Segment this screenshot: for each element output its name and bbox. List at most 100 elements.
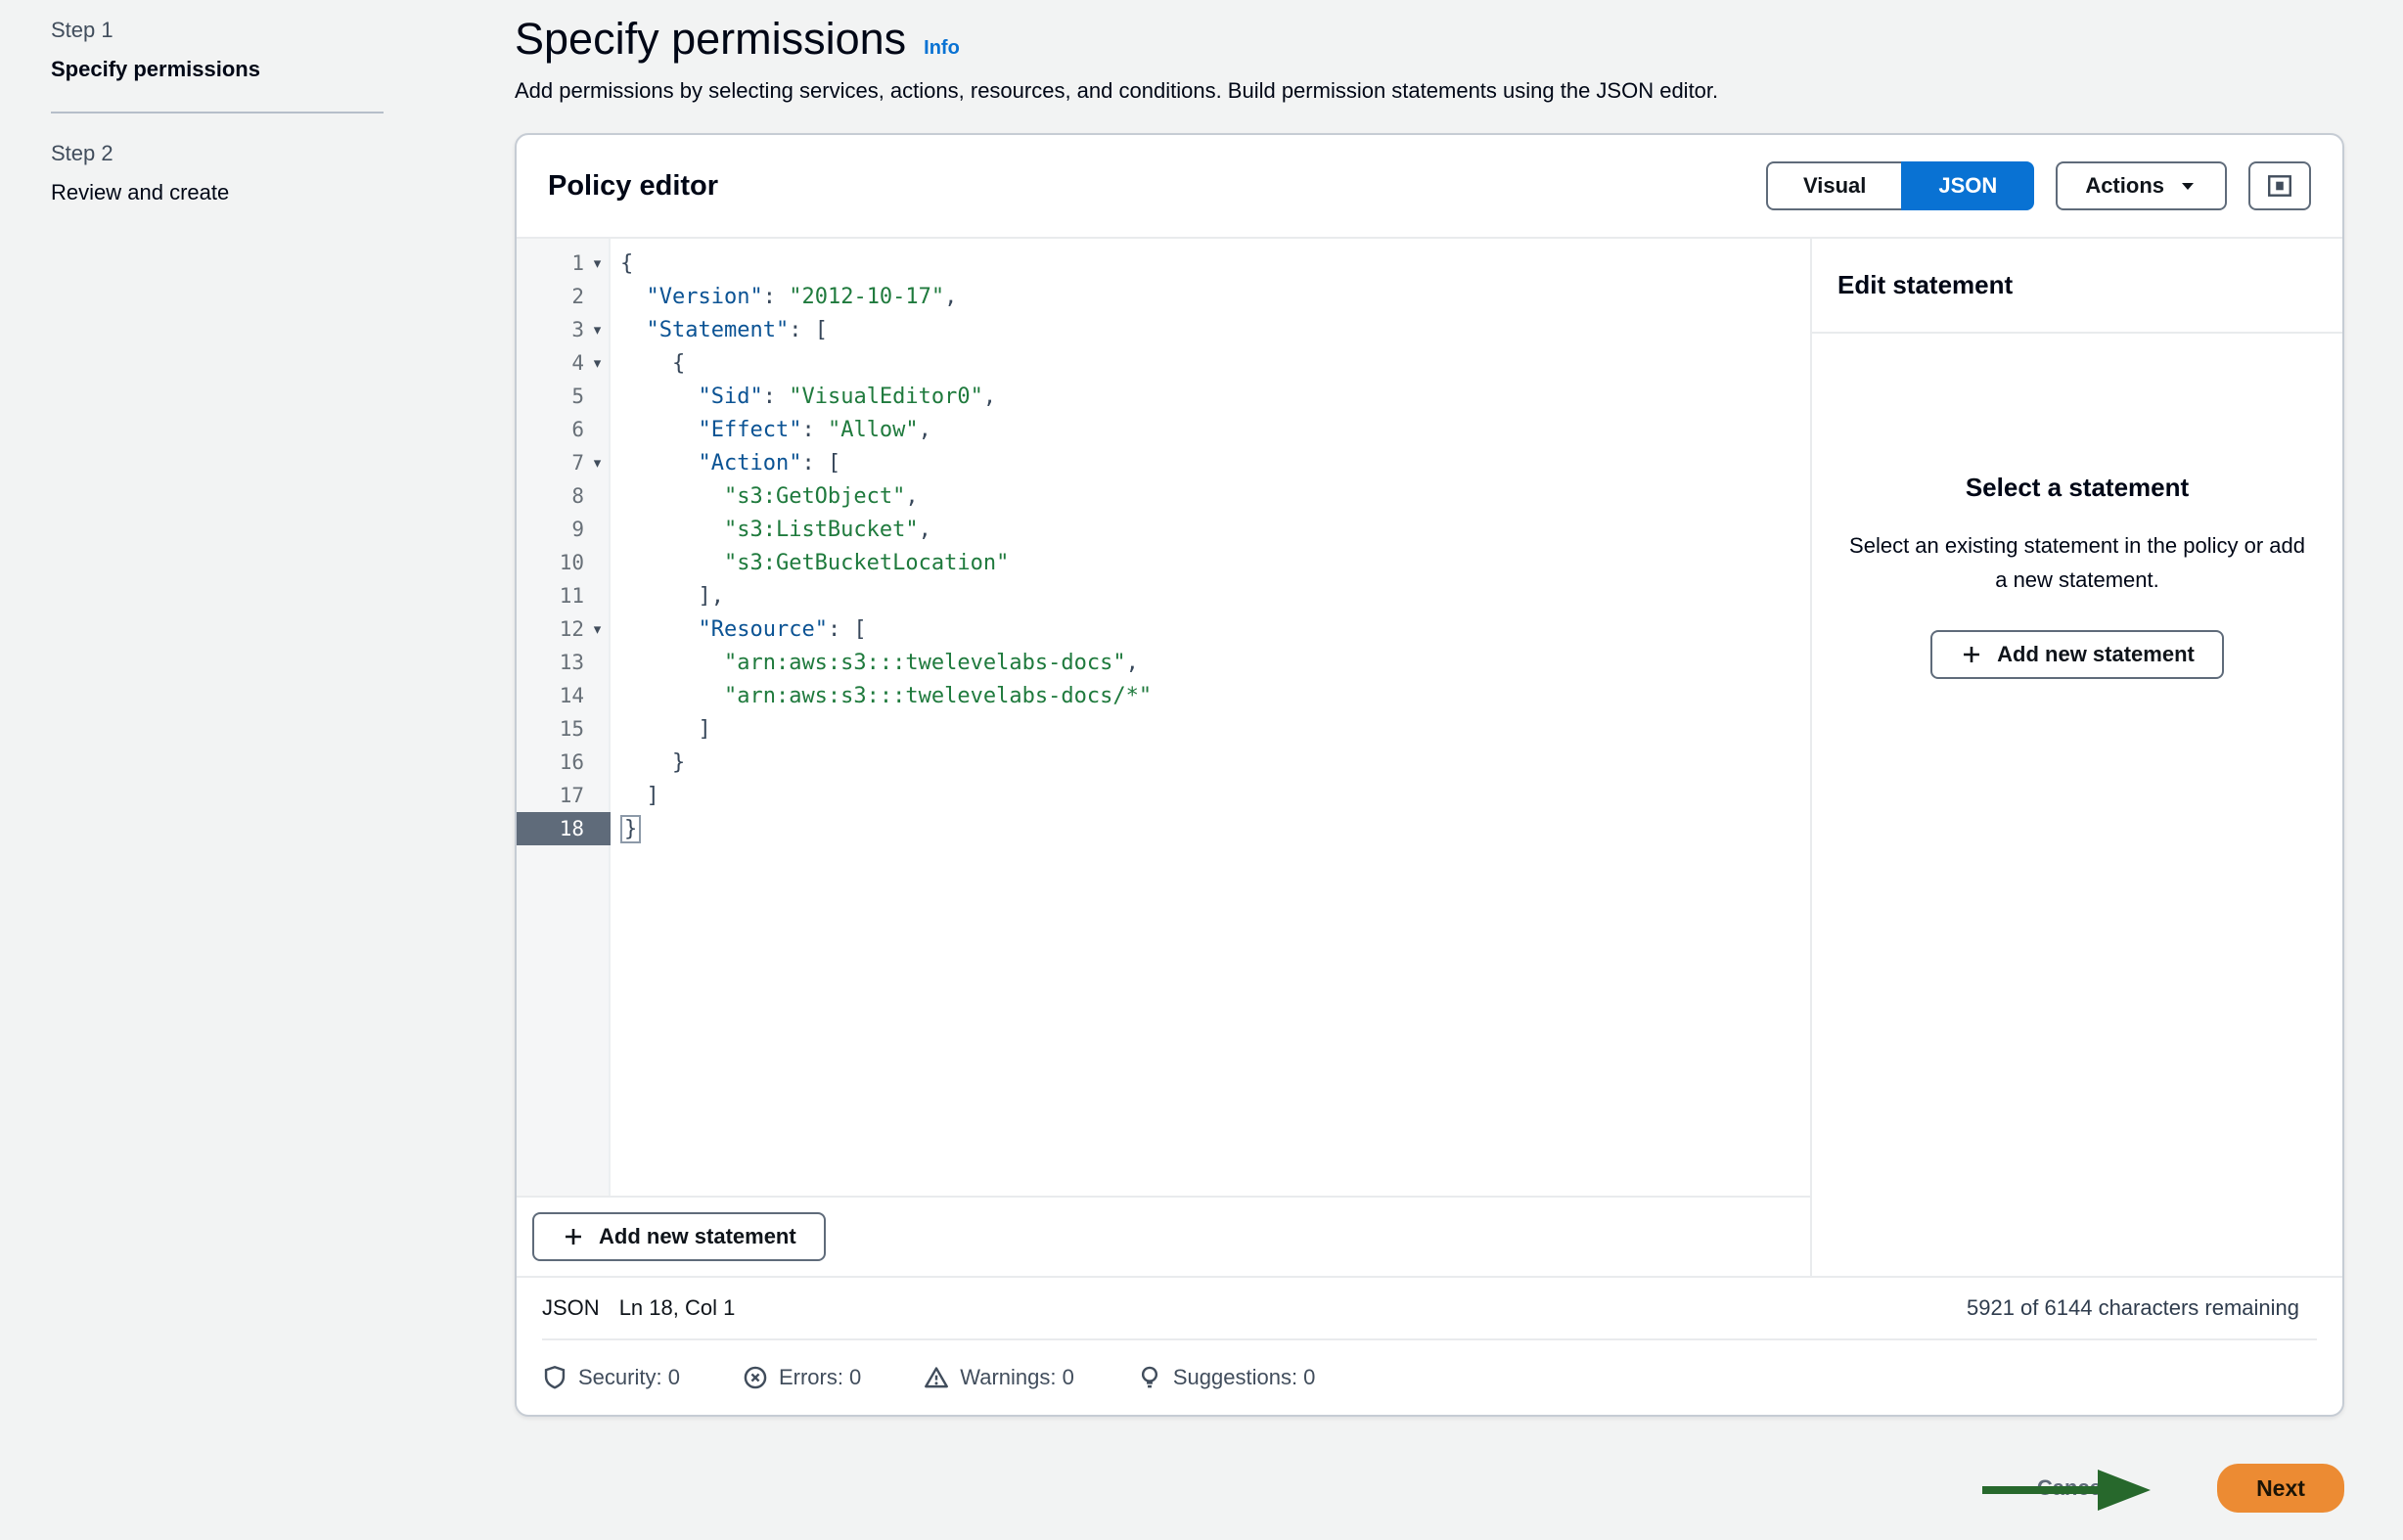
nav-divider	[51, 112, 384, 113]
code-line-5: 5 "Sid": "VisualEditor0",	[517, 380, 1810, 413]
line-number: 4	[517, 351, 584, 375]
line-number: 16	[517, 750, 584, 774]
line-number: 13	[517, 651, 584, 674]
fold-toggle-icon[interactable]: ▾	[584, 321, 611, 339]
code-line-10: 10 "s3:GetBucketLocation"	[517, 546, 1810, 579]
code-editor[interactable]: 1▾{2 "Version": "2012-10-17",3▾ "Stateme…	[517, 239, 1810, 1196]
fold-toggle-icon[interactable]: ▾	[584, 620, 611, 638]
suggestion-findings[interactable]: Suggestions: 0	[1137, 1365, 1316, 1390]
json-tab[interactable]: JSON	[1901, 161, 2034, 210]
add-new-statement-button[interactable]: Add new statement	[532, 1212, 826, 1261]
add-new-statement-side-button[interactable]: Add new statement	[1930, 630, 2224, 679]
error-icon	[743, 1365, 768, 1390]
panel-settings-button[interactable]	[2248, 161, 2311, 210]
code-line-content: ],	[611, 584, 724, 609]
suggestion-findings-label: Suggestions: 0	[1173, 1365, 1316, 1390]
shield-icon	[542, 1365, 567, 1390]
code-line-content: "arn:aws:s3:::twelevelabs-docs",	[611, 651, 1139, 675]
code-line-7: 7▾ "Action": [	[517, 446, 1810, 479]
code-line-6: 6 "Effect": "Allow",	[517, 413, 1810, 446]
language-indicator: JSON	[542, 1295, 600, 1321]
warning-findings-label: Warnings: 0	[960, 1365, 1074, 1390]
code-line-18: 18}	[517, 812, 1810, 845]
line-number: 9	[517, 518, 584, 541]
line-number: 14	[517, 684, 584, 707]
step-1-link[interactable]: Specify permissions	[51, 57, 384, 82]
code-line-3: 3▾ "Statement": [	[517, 313, 1810, 346]
code-line-content: "arn:aws:s3:::twelevelabs-docs/*"	[611, 684, 1152, 708]
policy-editor-header: Policy editor Visual JSON Actions	[517, 135, 2342, 237]
code-line-16: 16 }	[517, 746, 1810, 779]
wizard-footer: Cancel Next	[0, 1462, 2344, 1518]
main-content: Specify permissions Info Add permissions…	[515, 14, 2346, 1417]
line-number: 5	[517, 385, 584, 408]
code-line-12: 12▾ "Resource": [	[517, 612, 1810, 646]
code-line-content: "s3:GetBucketLocation"	[611, 551, 1009, 575]
editor-mode-toggle: Visual JSON	[1766, 161, 2034, 210]
code-line-content: "s3:GetObject",	[611, 484, 919, 509]
line-number: 11	[517, 584, 584, 608]
code-line-content: "Version": "2012-10-17",	[611, 285, 957, 309]
code-lines: 1▾{2 "Version": "2012-10-17",3▾ "Stateme…	[517, 247, 1810, 845]
error-findings-label: Errors: 0	[779, 1365, 861, 1390]
code-line-content: "s3:ListBucket",	[611, 518, 931, 542]
line-number: 12	[517, 617, 584, 641]
add-statement-bar: Add new statement	[517, 1196, 1810, 1276]
code-line-15: 15 ]	[517, 712, 1810, 746]
line-number: 1	[517, 251, 584, 275]
code-line-content: "Action": [	[611, 451, 840, 476]
add-new-statement-label: Add new statement	[599, 1224, 796, 1249]
code-line-content: "Resource": [	[611, 617, 867, 642]
code-line-content: }	[611, 750, 685, 775]
step-2-label: Step 2	[51, 141, 384, 166]
fold-toggle-icon[interactable]: ▾	[584, 254, 611, 272]
error-findings[interactable]: Errors: 0	[743, 1365, 861, 1390]
next-button[interactable]: Next	[2217, 1464, 2344, 1513]
line-number: 17	[517, 784, 584, 807]
security-findings[interactable]: Security: 0	[542, 1365, 680, 1390]
add-new-statement-side-label: Add new statement	[1997, 642, 2195, 667]
step-2-link[interactable]: Review and create	[51, 180, 384, 205]
code-line-content: "Sid": "VisualEditor0",	[611, 385, 996, 409]
code-line-content: "Statement": [	[611, 318, 828, 342]
code-line-content: {	[611, 351, 685, 376]
code-line-4: 4▾ {	[517, 346, 1810, 380]
chevron-down-icon	[2178, 176, 2198, 196]
fold-toggle-icon[interactable]: ▾	[584, 454, 611, 472]
code-line-2: 2 "Version": "2012-10-17",	[517, 280, 1810, 313]
select-statement-heading: Select a statement	[1845, 473, 2309, 503]
visual-tab[interactable]: Visual	[1766, 161, 1903, 210]
wizard-steps-nav: Step 1 Specify permissions Step 2 Review…	[51, 18, 384, 205]
line-number: 2	[517, 285, 584, 308]
editor-status-bar: JSON Ln 18, Col 1 5921 of 6144 character…	[517, 1276, 2342, 1338]
warning-icon	[924, 1365, 949, 1390]
warning-findings[interactable]: Warnings: 0	[924, 1365, 1074, 1390]
policy-checks-bar: Security: 0 Errors: 0 Warnings: 0 Sugges…	[542, 1338, 2317, 1415]
code-line-content: "Effect": "Allow",	[611, 418, 931, 442]
code-line-13: 13 "arn:aws:s3:::twelevelabs-docs",	[517, 646, 1810, 679]
line-number: 10	[517, 551, 584, 574]
cancel-button[interactable]: Cancel	[2037, 1475, 2108, 1501]
cursor-position: Ln 18, Col 1	[619, 1295, 736, 1321]
code-line-17: 17 ]	[517, 779, 1810, 812]
select-statement-text: Select an existing statement in the poli…	[1845, 528, 2309, 597]
info-link[interactable]: Info	[924, 37, 960, 60]
page-title: Specify permissions	[515, 14, 906, 65]
page-description: Add permissions by selecting services, a…	[515, 78, 2346, 104]
policy-editor-panel: Policy editor Visual JSON Actions	[515, 133, 2344, 1417]
code-line-1: 1▾{	[517, 247, 1810, 280]
policy-editor-title: Policy editor	[548, 170, 718, 203]
code-line-content: {	[611, 251, 633, 276]
line-number: 7	[517, 451, 584, 475]
line-number: 3	[517, 318, 584, 341]
fold-toggle-icon[interactable]: ▾	[584, 354, 611, 372]
edit-statement-title: Edit statement	[1812, 239, 2342, 334]
suggestion-icon	[1137, 1365, 1162, 1390]
actions-menu-button[interactable]: Actions	[2056, 161, 2227, 210]
line-number: 6	[517, 418, 584, 441]
code-line-content: ]	[611, 717, 711, 742]
code-line-11: 11 ],	[517, 579, 1810, 612]
security-findings-label: Security: 0	[578, 1365, 680, 1390]
split-panel-icon	[2266, 172, 2293, 200]
json-editor-column: 1▾{2 "Version": "2012-10-17",3▾ "Stateme…	[517, 239, 1810, 1276]
